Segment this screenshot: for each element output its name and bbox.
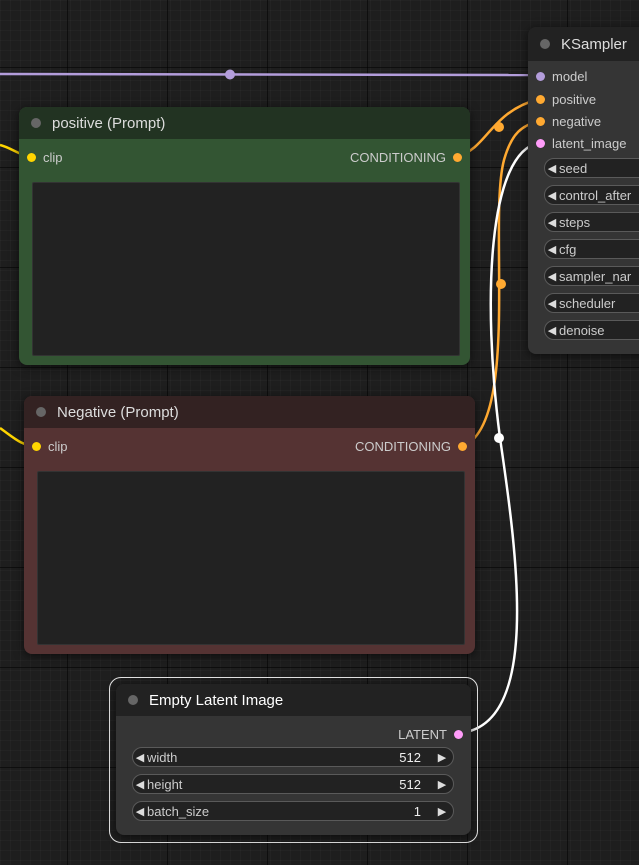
positive-wire-midpoint xyxy=(494,122,504,132)
widget-batch-size[interactable]: ◀ batch_size 1 ▶ xyxy=(132,801,454,821)
widget-denoise[interactable]: ◀ denoise xyxy=(544,320,639,340)
negative-wire-midpoint xyxy=(496,279,506,289)
positive-prompt-node[interactable]: positive (Prompt) clip CONDITIONING xyxy=(19,107,470,365)
latent-collapse-icon[interactable] xyxy=(128,695,138,705)
negative-prompt-node[interactable]: Negative (Prompt) clip CONDITIONING xyxy=(24,396,475,654)
widget-label: cfg xyxy=(559,241,577,257)
ksampler-collapse-icon[interactable] xyxy=(540,39,550,49)
positive-prompt-title: positive (Prompt) xyxy=(52,114,166,132)
ksampler-title: KSampler xyxy=(561,35,627,53)
negative-collapse-icon[interactable] xyxy=(36,407,46,417)
decrement-arrow-icon[interactable]: ◀ xyxy=(545,216,559,229)
widget-label: denoise xyxy=(559,322,605,338)
widget-control-after[interactable]: ◀ control_after xyxy=(544,185,639,205)
widget-sampler-name[interactable]: ◀ sampler_nar xyxy=(544,266,639,286)
negative-slots-row: clip CONDITIONING xyxy=(24,437,475,455)
positive-conditioning-wire xyxy=(457,97,540,158)
increment-arrow-icon[interactable]: ▶ xyxy=(435,805,449,818)
model-wire-reroute[interactable] xyxy=(225,69,235,80)
widget-label: seed xyxy=(559,160,588,176)
negative-conditioning-output[interactable]: CONDITIONING xyxy=(355,437,467,455)
positive-slots-row: clip CONDITIONING xyxy=(19,148,470,166)
conditioning-output-icon[interactable] xyxy=(458,441,467,451)
positive-conditioning-output[interactable]: CONDITIONING xyxy=(350,148,462,166)
decrement-arrow-icon[interactable]: ◀ xyxy=(545,297,559,310)
negative-prompt-title: Negative (Prompt) xyxy=(57,403,179,421)
clip-slot-icon[interactable] xyxy=(27,152,36,162)
conditioning-slot-icon[interactable] xyxy=(536,116,545,126)
empty-latent-title: Empty Latent Image xyxy=(149,691,284,709)
decrement-arrow-icon[interactable]: ◀ xyxy=(545,270,559,283)
ksampler-input-negative[interactable]: negative xyxy=(528,112,639,130)
widget-label: width xyxy=(147,749,178,765)
decrement-arrow-icon[interactable]: ◀ xyxy=(133,778,147,791)
positive-collapse-icon[interactable] xyxy=(31,118,41,128)
decrement-arrow-icon[interactable]: ◀ xyxy=(133,805,147,818)
ksampler-node[interactable]: KSampler model positive negative latent_… xyxy=(528,27,639,354)
widget-value: 512 xyxy=(399,776,421,792)
negative-clip-input[interactable]: clip xyxy=(32,437,68,455)
negative-prompt-titlebar[interactable]: Negative (Prompt) xyxy=(24,396,475,428)
conditioning-label: CONDITIONING xyxy=(354,438,451,454)
widget-label: sampler_nar xyxy=(559,268,632,284)
latent-output-icon[interactable] xyxy=(454,729,463,739)
ksampler-input-label: model xyxy=(552,68,588,84)
decrement-arrow-icon[interactable]: ◀ xyxy=(545,324,559,337)
conditioning-label: CONDITIONING xyxy=(349,149,446,165)
latent-slots-row: LATENT xyxy=(116,725,471,743)
widget-scheduler[interactable]: ◀ scheduler xyxy=(544,293,639,313)
decrement-arrow-icon[interactable]: ◀ xyxy=(545,189,559,202)
widget-label: steps xyxy=(559,214,591,230)
negative-prompt-textarea[interactable] xyxy=(37,471,465,645)
ksampler-titlebar[interactable]: KSampler xyxy=(528,27,639,61)
decrement-arrow-icon[interactable]: ◀ xyxy=(545,243,559,256)
widget-label: batch_size xyxy=(147,803,210,819)
conditioning-slot-icon[interactable] xyxy=(536,94,545,104)
clip-slot-icon[interactable] xyxy=(32,441,41,451)
latent-output[interactable]: LATENT xyxy=(398,725,463,743)
clip-label: clip xyxy=(48,438,68,454)
widget-value: 512 xyxy=(399,749,421,765)
ksampler-input-latent-image[interactable]: latent_image xyxy=(528,134,639,152)
latent-wire-midpoint xyxy=(494,433,504,443)
widget-steps[interactable]: ◀ steps xyxy=(544,212,639,232)
widget-width[interactable]: ◀ width 512 ▶ xyxy=(132,747,454,767)
latent-slot-icon[interactable] xyxy=(536,138,545,148)
latent-label: LATENT xyxy=(398,726,447,742)
ksampler-input-label: latent_image xyxy=(552,135,627,151)
positive-clip-input[interactable]: clip xyxy=(27,148,63,166)
widget-seed[interactable]: ◀ seed xyxy=(544,158,639,178)
decrement-arrow-icon[interactable]: ◀ xyxy=(133,751,147,764)
positive-prompt-titlebar[interactable]: positive (Prompt) xyxy=(19,107,470,139)
ksampler-input-label: positive xyxy=(552,91,597,107)
ksampler-body: model positive negative latent_image ◀ se… xyxy=(528,61,639,354)
decrement-arrow-icon[interactable]: ◀ xyxy=(545,162,559,175)
widget-cfg[interactable]: ◀ cfg xyxy=(544,239,639,259)
model-wire xyxy=(0,72,540,77)
empty-latent-image-node[interactable]: Empty Latent Image LATENT ◀ width 512 ▶ … xyxy=(116,684,471,835)
increment-arrow-icon[interactable]: ▶ xyxy=(435,751,449,764)
widget-label: height xyxy=(147,776,183,792)
widget-label: scheduler xyxy=(559,295,616,311)
increment-arrow-icon[interactable]: ▶ xyxy=(435,778,449,791)
clip-label: clip xyxy=(43,149,63,165)
ksampler-input-positive[interactable]: positive xyxy=(528,90,639,108)
model-slot-icon[interactable] xyxy=(536,71,545,81)
ksampler-input-label: negative xyxy=(552,113,602,129)
widget-label: control_after xyxy=(559,187,632,203)
widget-value: 1 xyxy=(413,803,421,819)
widget-height[interactable]: ◀ height 512 ▶ xyxy=(132,774,454,794)
positive-prompt-textarea[interactable] xyxy=(32,182,460,356)
empty-latent-titlebar[interactable]: Empty Latent Image xyxy=(116,684,471,716)
conditioning-output-icon[interactable] xyxy=(453,152,462,162)
ksampler-input-model[interactable]: model xyxy=(528,67,639,85)
